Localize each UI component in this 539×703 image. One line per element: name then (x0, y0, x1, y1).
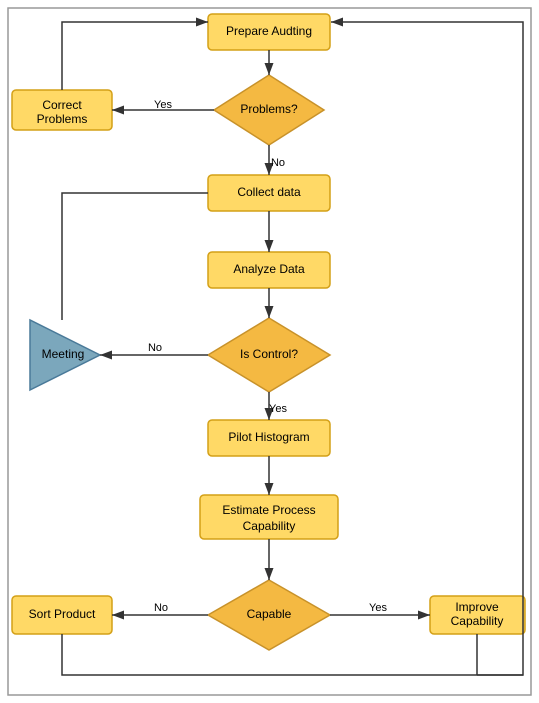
improve-capability-label1: Improve (455, 600, 499, 614)
sort-product-label: Sort Product (29, 607, 96, 621)
label-no-2: No (148, 342, 162, 354)
label-no-3: No (154, 602, 168, 614)
analyze-data-label: Analyze Data (233, 262, 305, 276)
correct-problems-label1: Correct (42, 98, 82, 112)
correct-problems-label2: Problems (37, 112, 88, 126)
arrow-meeting-to-collect (62, 193, 208, 320)
collect-data-label: Collect data (237, 185, 301, 199)
label-yes-3: Yes (369, 602, 387, 614)
label-no-1: No (271, 157, 285, 169)
estimate-capability-label1: Estimate Process (222, 503, 315, 517)
diagram-container: Prepare Audting Problems? Correct Proble… (0, 0, 539, 703)
pilot-histogram-label: Pilot Histogram (228, 430, 309, 444)
flowchart-svg: Prepare Audting Problems? Correct Proble… (0, 0, 539, 703)
arrow-correct-to-prepare (62, 22, 208, 90)
estimate-capability-label2: Capability (243, 519, 296, 533)
improve-capability-label2: Capability (451, 614, 504, 628)
capable-label: Capable (247, 607, 292, 621)
problems-label: Problems? (240, 102, 298, 116)
is-control-label: Is Control? (240, 347, 298, 361)
prepare-auditing-label: Prepare Audting (226, 24, 312, 38)
label-yes-2: Yes (269, 403, 287, 415)
label-yes-1: Yes (154, 99, 172, 111)
meeting-label: Meeting (42, 347, 85, 361)
